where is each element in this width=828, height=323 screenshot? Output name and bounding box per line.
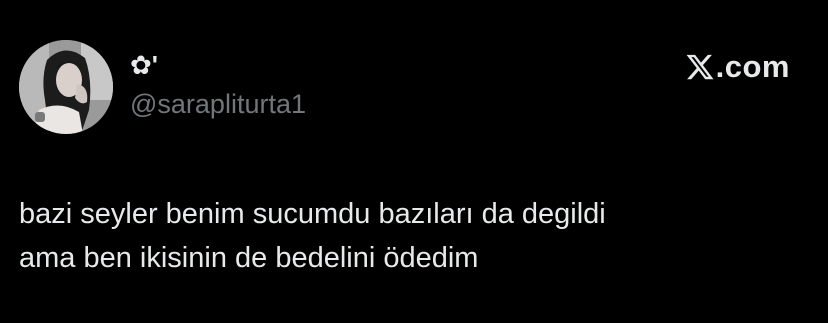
display-name[interactable]: ✿' bbox=[130, 50, 158, 80]
tweet-text: bazi seyler benim sucumdu bazıları da de… bbox=[19, 192, 809, 280]
tweet-line: ama ben ikisinin de bedelini ödedim bbox=[19, 242, 479, 274]
profile-photo bbox=[19, 40, 113, 134]
x-logo-icon bbox=[686, 54, 714, 80]
brand-logo: .com bbox=[685, 50, 790, 84]
user-handle[interactable]: @sarapliturta1 bbox=[130, 88, 306, 120]
brand-domain: .com bbox=[715, 49, 790, 84]
tweet-line: bazi seyler benim sucumdu bazıları da de… bbox=[19, 198, 606, 230]
tweet-card: ✿' @sarapliturta1 .com bazi seyler benim… bbox=[0, 0, 828, 323]
avatar[interactable] bbox=[19, 40, 113, 134]
